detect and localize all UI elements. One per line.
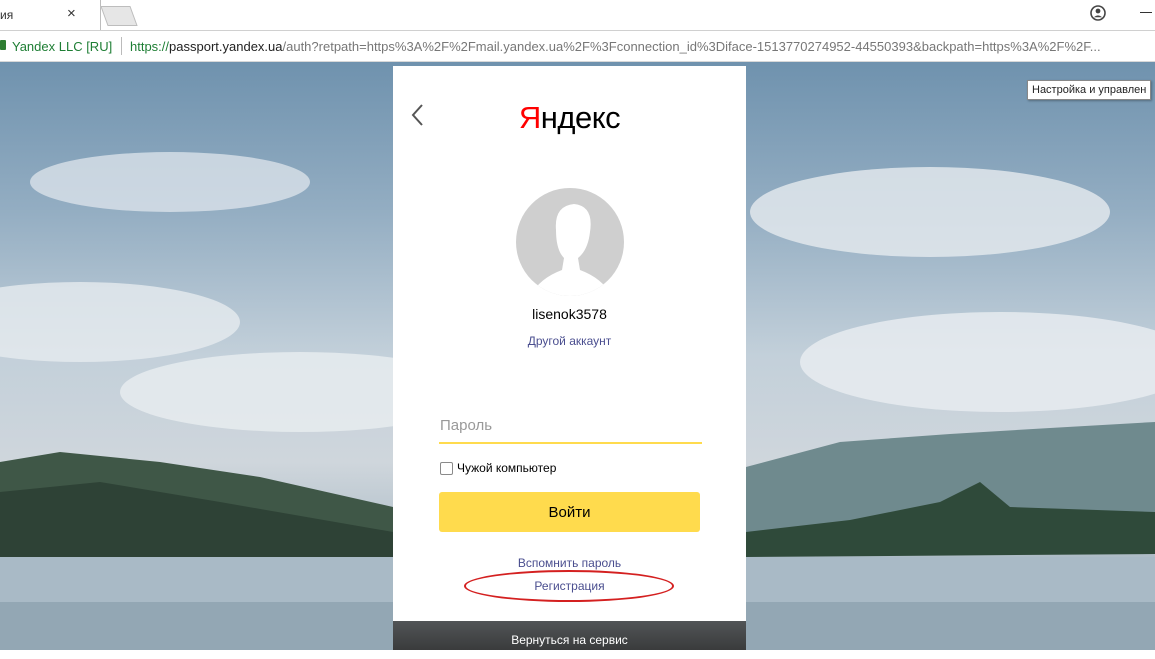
return-to-service-bar[interactable]: Вернуться на сервис [393,621,746,650]
minimize-button[interactable] [1140,12,1152,13]
address-bar[interactable]: Yandex LLC [RU] https://passport.yandex.… [0,31,1155,62]
yandex-logo: Яндекс [393,100,746,136]
foreign-computer-checkbox[interactable] [440,462,453,475]
logo-first-letter: Я [518,100,541,135]
login-card: Яндекс lisenok3578 Другой аккаунт Чужой … [393,66,746,621]
avatar [516,188,624,296]
new-tab-button[interactable] [100,6,138,26]
username: lisenok3578 [532,306,607,322]
browser-tab[interactable]: ия × [0,0,101,30]
browser-menu-tooltip: Настройка и управлен [1027,80,1152,100]
remember-password-link[interactable]: Вспомнить пароль [393,556,746,570]
other-account-link[interactable]: Другой аккаунт [393,334,746,348]
profile-icon[interactable] [1089,4,1107,22]
browser-tab-bar: ия × [0,0,1155,31]
address-divider [121,37,122,55]
avatar-silhouette-icon [530,204,612,296]
foreign-computer-label: Чужой компьютер [457,461,557,475]
url-scheme: https:// [130,39,170,54]
logo-rest: ндекс [540,100,621,135]
tab-title: ия [0,8,14,22]
password-input[interactable] [439,408,702,444]
url-text[interactable]: https://passport.yandex.ua/auth?retpath=… [130,39,1155,54]
url-path: /auth?retpath=https%3A%2F%2Fmail.yandex.… [282,39,1101,54]
site-owner-label: Yandex LLC [RU] [12,39,113,54]
url-host: passport.yandex.ua [169,39,283,54]
lock-icon [0,40,6,50]
login-button[interactable]: Войти [439,492,700,532]
registration-link[interactable]: Регистрация [393,579,746,593]
close-icon[interactable]: × [67,5,76,22]
